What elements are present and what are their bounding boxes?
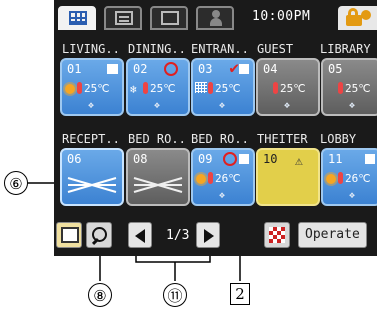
room-temperature: 25℃ bbox=[84, 82, 110, 95]
arrow-left-icon bbox=[135, 229, 145, 243]
prohibited-icon bbox=[164, 62, 178, 76]
thermometer-icon bbox=[208, 82, 213, 94]
room-label: RECEPT.. bbox=[62, 132, 120, 146]
airflow-icon bbox=[133, 177, 183, 193]
room-tile-10[interactable]: 10 ⚠ bbox=[256, 148, 320, 206]
room-tile-02[interactable]: 02 ❄ 25℃ ❖ bbox=[126, 58, 190, 116]
warning-icon: ⚠ bbox=[295, 154, 303, 169]
vent-mode-icon bbox=[195, 82, 207, 93]
room-temperature: 25℃ bbox=[280, 82, 306, 95]
room-label: LIVING.. bbox=[62, 42, 120, 56]
room-temperature: 25℃ bbox=[150, 82, 176, 95]
prohibited-icon bbox=[223, 152, 237, 166]
schedule-icon bbox=[365, 154, 375, 164]
room-tile-06[interactable]: 06 bbox=[60, 148, 124, 206]
tab-grid-view[interactable] bbox=[58, 6, 96, 30]
room-label: LOBBY bbox=[320, 132, 357, 146]
fan-icon: ❖ bbox=[284, 100, 291, 111]
callout-8: ⑧ bbox=[88, 283, 112, 307]
thermometer-icon bbox=[143, 82, 148, 94]
controller-screen: 10:00PM LIVING.. DINING.. ENTRAN.. GUEST… bbox=[54, 0, 377, 256]
page-prev-button[interactable] bbox=[128, 222, 152, 248]
thermometer-icon bbox=[338, 172, 343, 184]
floor-plan-icon bbox=[61, 227, 79, 243]
airflow-icon bbox=[67, 177, 117, 193]
fan-icon: ❖ bbox=[88, 100, 95, 111]
zoom-button[interactable] bbox=[86, 222, 112, 248]
thermometer-icon bbox=[208, 172, 213, 184]
room-label: BED RO.. bbox=[128, 132, 186, 146]
room-number: 03 bbox=[198, 62, 213, 76]
arrow-right-icon bbox=[204, 229, 214, 243]
room-label: THEITER bbox=[257, 132, 308, 146]
page-next-button[interactable] bbox=[196, 222, 220, 248]
room-number: 01 bbox=[67, 62, 82, 76]
room-label: GUEST bbox=[257, 42, 294, 56]
multi-select-button[interactable] bbox=[264, 222, 290, 248]
schedule-icon bbox=[107, 64, 118, 74]
tab-list-view[interactable] bbox=[104, 6, 142, 30]
room-number: 06 bbox=[67, 152, 82, 166]
room-tile-11[interactable]: 11 26℃ ❖ bbox=[321, 148, 377, 206]
room-temperature: 26℃ bbox=[215, 172, 241, 185]
fan-icon: ❖ bbox=[349, 100, 356, 111]
room-label: LIBRARY bbox=[320, 42, 371, 56]
schedule-icon bbox=[239, 64, 249, 74]
room-number: 11 bbox=[328, 152, 343, 166]
fan-icon: ❖ bbox=[219, 100, 226, 111]
thermometer-icon bbox=[338, 82, 343, 94]
tab-user-settings[interactable] bbox=[196, 6, 234, 30]
list-view-icon bbox=[115, 11, 133, 25]
callout-2: 2 bbox=[230, 283, 250, 305]
room-temperature: 25℃ bbox=[345, 82, 371, 95]
schedule-icon bbox=[239, 154, 249, 164]
thermometer-icon bbox=[77, 82, 82, 94]
thermometer-icon bbox=[273, 82, 278, 94]
callout-6: ⑥ bbox=[4, 171, 28, 195]
fan-icon: ❖ bbox=[349, 190, 356, 201]
room-tile-04[interactable]: 04 25℃ ❖ bbox=[256, 58, 320, 116]
room-number: 08 bbox=[133, 152, 148, 166]
single-view-icon bbox=[161, 11, 179, 25]
check-icon: ✔ bbox=[229, 58, 239, 77]
checker-icon bbox=[269, 227, 285, 243]
tab-single-view[interactable] bbox=[150, 6, 188, 30]
heat-mode-icon bbox=[326, 174, 336, 184]
callout-11: ⑪ bbox=[163, 283, 187, 307]
room-tile-08[interactable]: 08 bbox=[126, 148, 190, 206]
room-number: 10 bbox=[263, 152, 278, 166]
room-label: ENTRAN.. bbox=[191, 42, 249, 56]
room-tile-09[interactable]: 09 26℃ ❖ bbox=[191, 148, 255, 206]
room-number: 09 bbox=[198, 152, 213, 166]
fan-icon: ❖ bbox=[154, 100, 161, 111]
room-temperature: 26℃ bbox=[345, 172, 371, 185]
room-temperature: 25℃ bbox=[215, 82, 241, 95]
room-label: BED RO.. bbox=[191, 132, 249, 146]
page-indicator: 1/3 bbox=[166, 228, 190, 243]
heat-mode-icon bbox=[65, 84, 75, 94]
room-label: DINING.. bbox=[128, 42, 186, 56]
bottom-toolbar: Operate bbox=[54, 218, 377, 252]
operate-button[interactable]: Operate bbox=[298, 222, 367, 248]
room-tile-05[interactable]: 05 25℃ ❖ bbox=[321, 58, 377, 116]
room-tile-03[interactable]: 03 ✔ 25℃ ❖ bbox=[191, 58, 255, 116]
room-number: 04 bbox=[263, 62, 278, 76]
heat-mode-icon bbox=[196, 174, 206, 184]
cool-mode-icon: ❄ bbox=[130, 83, 137, 96]
room-tile-01[interactable]: 01 25℃ ❖ bbox=[60, 58, 124, 116]
room-number: 02 bbox=[133, 62, 148, 76]
room-number: 05 bbox=[328, 62, 343, 76]
user-settings-icon bbox=[210, 10, 222, 26]
floor-plan-button[interactable] bbox=[56, 222, 82, 248]
fan-icon: ❖ bbox=[219, 190, 226, 201]
lock-button[interactable] bbox=[338, 6, 377, 30]
clock-display: 10:00PM bbox=[252, 9, 311, 24]
grid-view-icon bbox=[69, 11, 87, 25]
